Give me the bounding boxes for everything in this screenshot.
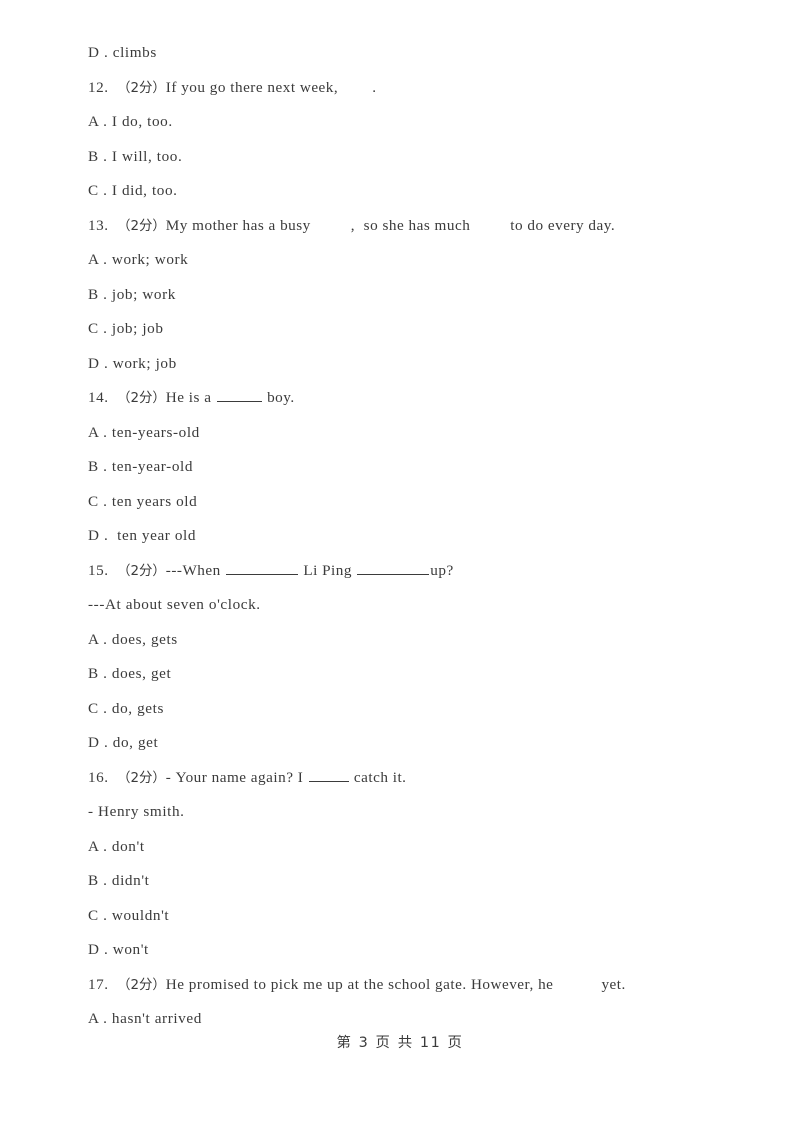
option-row: D . won't — [88, 933, 712, 968]
question-stem: He promised to pick me up at the school … — [165, 975, 554, 993]
question-stem-mid: , so she has much — [350, 216, 471, 234]
option-text: D . work; job — [88, 354, 177, 372]
option-text: C . job; job — [88, 320, 164, 337]
question-row-16: 16. （2分）- Your name again? I catch it. — [88, 761, 712, 796]
option-row: B . ten-year-old — [88, 450, 712, 485]
question-number: 17. — [88, 975, 109, 993]
question-number: 12. — [88, 78, 109, 96]
option-row: C . ten years old — [88, 485, 712, 520]
question-row-12: 12. （2分）If you go there next week,. — [88, 71, 712, 106]
option-text: D . won't — [88, 941, 149, 958]
answer-blank — [308, 768, 349, 782]
option-row: C . job; job — [88, 312, 712, 347]
question-row-13: 13. （2分）My mother has a busy , so she has… — [88, 209, 712, 244]
answer-blank — [226, 561, 299, 575]
question-stem: He is a — [165, 389, 212, 406]
option-text: A . I do, too. — [88, 113, 173, 130]
option-text: A . don't — [88, 837, 145, 855]
option-row: D . work; job — [88, 347, 712, 382]
option-row: A . ten-years-old — [88, 416, 712, 451]
question-row-15: 15. （2分）---When Li Ping up? — [88, 554, 712, 589]
answer-blank — [357, 561, 430, 575]
option-text: A . ten-years-old — [88, 423, 200, 441]
option-text: A . work; work — [88, 251, 189, 268]
question-row-17: 17. （2分）He promised to pick me up at the… — [88, 968, 712, 1003]
option-row: D . climbs — [88, 36, 712, 71]
option-row: C . I did, too. — [88, 174, 712, 209]
option-row: A . don't — [88, 830, 712, 865]
option-text: D . climbs — [88, 44, 157, 61]
option-text: A . hasn't arrived — [88, 1010, 202, 1027]
question-number: 15. — [88, 561, 109, 579]
question-list: D . climbs 12. （2分）If you go there next … — [88, 36, 712, 1037]
question-stem: - Your name again? I — [165, 768, 304, 786]
option-row: C . wouldn't — [88, 899, 712, 934]
question-marks: （2分） — [117, 80, 166, 96]
option-text: C . do, gets — [88, 699, 164, 717]
option-text: C . ten years old — [88, 492, 198, 510]
option-text: B . didn't — [88, 872, 150, 889]
question-marks: （2分） — [117, 977, 166, 993]
option-row: A . work; work — [88, 243, 712, 278]
answer-text: - Henry smith. — [88, 803, 185, 820]
option-text: A . does, gets — [88, 630, 178, 648]
question-marks: （2分） — [117, 391, 166, 406]
question-stem-tail: . — [372, 78, 377, 96]
option-row: B . does, get — [88, 657, 712, 692]
option-row: D . do, get — [88, 726, 712, 761]
option-text: B . job; work — [88, 285, 176, 303]
question-number: 14. — [88, 389, 109, 406]
question-marks: （2分） — [117, 218, 166, 234]
answer-line: - Henry smith. — [88, 795, 712, 830]
option-text: D . ten year old — [88, 527, 197, 544]
question-number: 16. — [88, 768, 109, 786]
option-row: A . does, gets — [88, 623, 712, 658]
question-stem: If you go there next week, — [165, 78, 339, 96]
option-row: C . do, gets — [88, 692, 712, 727]
question-stem: My mother has a busy — [165, 216, 311, 234]
option-row: D . ten year old — [88, 519, 712, 554]
question-stem-tail: catch it. — [353, 768, 407, 786]
answer-line: ---At about seven o'clock. — [88, 588, 712, 623]
option-text: D . do, get — [88, 734, 159, 751]
question-stem-tail: boy. — [267, 389, 295, 406]
option-row: B . didn't — [88, 864, 712, 899]
answer-blank — [216, 388, 262, 402]
option-row: B . job; work — [88, 278, 712, 313]
question-marks: （2分） — [117, 563, 166, 579]
option-text: C . I did, too. — [88, 182, 178, 199]
question-number: 13. — [88, 216, 109, 234]
page-footer: 第 3 页 共 11 页 — [336, 1035, 464, 1051]
option-text: C . wouldn't — [88, 906, 170, 924]
question-stem-tail: up? — [430, 561, 454, 579]
option-row: B . I will, too. — [88, 140, 712, 175]
question-stem-tail: yet. — [601, 975, 626, 993]
question-marks: （2分） — [117, 770, 166, 786]
question-stem-tail: to do every day. — [510, 216, 616, 234]
option-text: B . I will, too. — [88, 147, 183, 165]
document-page: D . climbs 12. （2分）If you go there next … — [0, 0, 800, 1132]
answer-text: ---At about seven o'clock. — [88, 596, 261, 613]
option-text: B . does, get — [88, 665, 172, 682]
option-row: A . I do, too. — [88, 105, 712, 140]
option-text: B . ten-year-old — [88, 458, 194, 475]
question-row-14: 14. （2分）He is a boy. — [88, 381, 712, 416]
question-stem-mid: Li Ping — [303, 561, 352, 579]
question-stem: ---When — [165, 561, 221, 579]
